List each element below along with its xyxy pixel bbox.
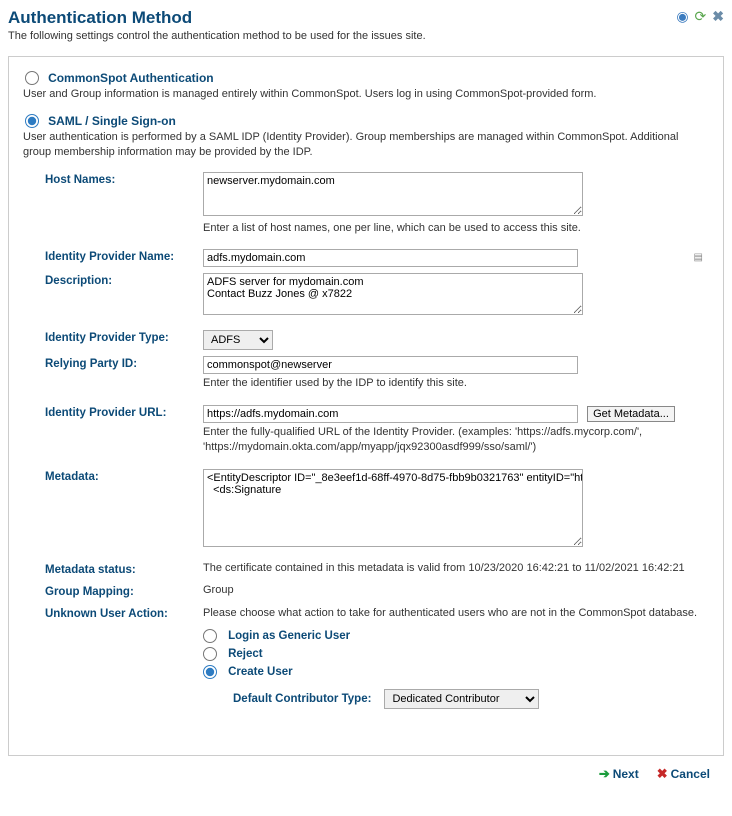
- idp-url-input[interactable]: [203, 405, 578, 423]
- close-icon[interactable]: ✖: [712, 8, 724, 25]
- generic-radio[interactable]: [203, 629, 217, 643]
- arrow-right-icon: ➔: [599, 766, 610, 782]
- idp-url-label: Identity Provider URL:: [23, 405, 203, 419]
- hostnames-input[interactable]: [203, 172, 583, 216]
- content-panel: CommonSpot Authentication User and Group…: [8, 56, 724, 756]
- commonspot-label: CommonSpot Authentication: [48, 71, 214, 85]
- reject-radio[interactable]: [203, 647, 217, 661]
- next-label: Next: [613, 767, 639, 781]
- idp-name-input[interactable]: [203, 249, 578, 267]
- footer: ➔ Next ✖ Cancel: [8, 756, 724, 786]
- cancel-x-icon: ✖: [657, 766, 668, 782]
- description-input[interactable]: [203, 273, 583, 315]
- idp-url-help: Enter the fully-qualified URL of the Ide…: [203, 425, 709, 455]
- commonspot-desc: User and Group information is managed en…: [23, 87, 709, 102]
- idp-type-select[interactable]: ADFS: [203, 330, 273, 350]
- get-metadata-button[interactable]: Get Metadata...: [587, 406, 675, 422]
- page-subtitle: The following settings control the authe…: [8, 30, 724, 42]
- metadata-status-label: Metadata status:: [23, 562, 203, 576]
- metadata-input[interactable]: [203, 469, 583, 547]
- rp-id-input[interactable]: [203, 356, 578, 374]
- auth-option-saml[interactable]: SAML / Single Sign-on: [23, 114, 709, 128]
- rp-id-label: Relying Party ID:: [23, 356, 203, 370]
- group-mapping-label: Group Mapping:: [23, 584, 203, 598]
- unknown-user-label: Unknown User Action:: [23, 606, 203, 620]
- metadata-status-value: The certificate contained in this metada…: [203, 562, 709, 574]
- commonspot-radio[interactable]: [25, 71, 39, 85]
- unknown-user-desc: Please choose what action to take for au…: [203, 606, 709, 621]
- create-label: Create User: [228, 666, 293, 678]
- next-button[interactable]: ➔ Next: [599, 766, 639, 782]
- page-title: Authentication Method: [8, 8, 192, 28]
- unknown-option-reject[interactable]: Reject: [203, 647, 709, 661]
- input-icon: ▤: [694, 252, 703, 263]
- create-radio[interactable]: [203, 665, 217, 679]
- saml-radio[interactable]: [25, 114, 39, 128]
- default-contrib-select[interactable]: Dedicated Contributor: [384, 689, 539, 709]
- unknown-option-generic[interactable]: Login as Generic User: [203, 629, 709, 643]
- rp-id-help: Enter the identifier used by the IDP to …: [203, 376, 709, 391]
- cancel-label: Cancel: [671, 767, 710, 781]
- hostnames-label: Host Names:: [23, 172, 203, 186]
- help-icon[interactable]: ◉: [676, 8, 688, 25]
- hostnames-help: Enter a list of host names, one per line…: [203, 221, 709, 236]
- description-label: Description:: [23, 273, 203, 287]
- group-mapping-value: Group: [203, 584, 709, 596]
- generic-label: Login as Generic User: [228, 630, 350, 642]
- header-icons: ◉ ⟳ ✖: [676, 8, 724, 25]
- cancel-button[interactable]: ✖ Cancel: [657, 766, 710, 782]
- idp-name-label: Identity Provider Name:: [23, 249, 203, 263]
- auth-option-commonspot[interactable]: CommonSpot Authentication: [23, 71, 709, 85]
- reject-label: Reject: [228, 648, 263, 660]
- refresh-icon[interactable]: ⟳: [695, 8, 707, 25]
- default-contrib-label: Default Contributor Type:: [233, 693, 371, 705]
- saml-desc: User authentication is performed by a SA…: [23, 130, 709, 160]
- metadata-label: Metadata:: [23, 469, 203, 483]
- saml-label: SAML / Single Sign-on: [48, 114, 176, 128]
- unknown-option-create[interactable]: Create User: [203, 665, 709, 679]
- idp-type-label: Identity Provider Type:: [23, 330, 203, 344]
